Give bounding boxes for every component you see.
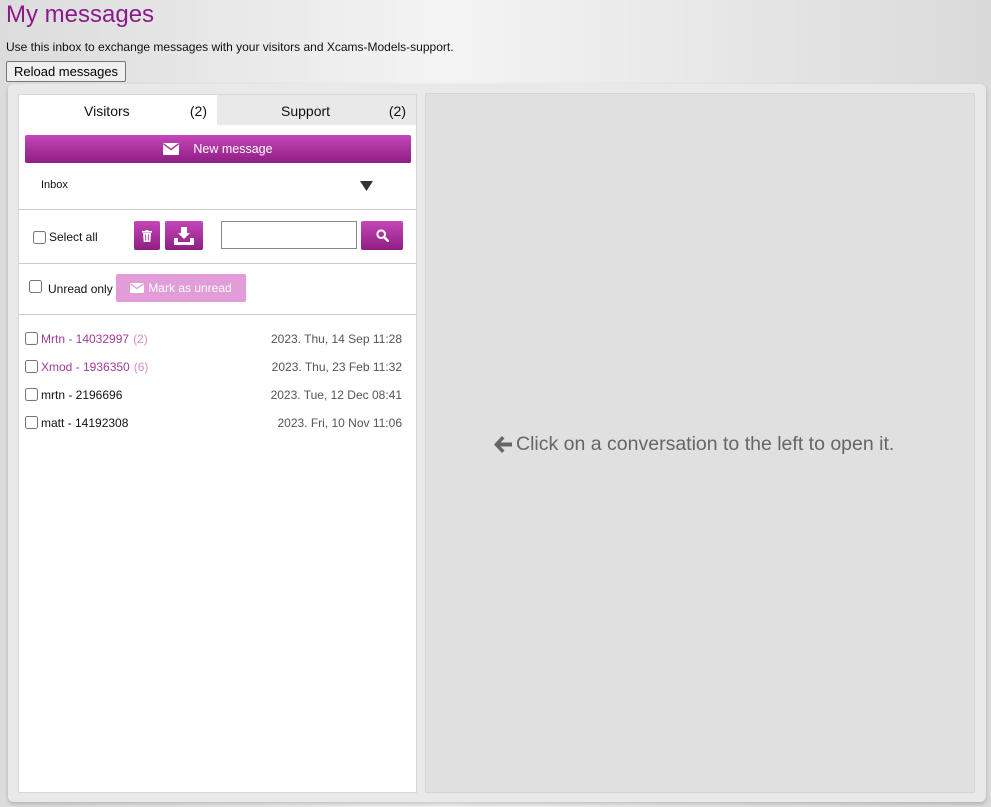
folder-select[interactable]: Inbox xyxy=(25,171,411,199)
conversation-sender[interactable]: Mrtn - 14032997 (2) xyxy=(41,332,148,346)
conversation-row[interactable]: matt - 14192308 2023. Fri, 10 Nov 11:06 xyxy=(19,413,416,433)
conversation-row[interactable]: Mrtn - 14032997 (2) 2023. Thu, 14 Sep 11:2… xyxy=(19,329,416,349)
tab-visitors-count: (2) xyxy=(189,103,207,119)
mark-as-unread-label: Mark as unread xyxy=(148,281,232,295)
conversation-sender[interactable]: matt - 14192308 xyxy=(41,416,128,430)
conversation-date: 2023. Thu, 14 Sep 11:28 xyxy=(271,332,402,346)
conversation-sender[interactable]: mrtn - 2196696 xyxy=(41,388,122,402)
tab-support-label: Support xyxy=(281,103,331,119)
select-all-label: Select all xyxy=(49,230,98,244)
conversation-sender[interactable]: Xmod - 1936350 (6) xyxy=(41,360,148,374)
placeholder-text: Click on a conversation to the left to o… xyxy=(516,433,895,455)
mark-as-unread-button[interactable]: Mark as unread xyxy=(116,274,246,302)
conversation-checkbox[interactable] xyxy=(25,360,38,373)
divider xyxy=(19,263,416,264)
intro-text: Use this inbox to exchange messages with… xyxy=(6,40,454,54)
conversation-checkbox[interactable] xyxy=(25,332,38,345)
search-icon xyxy=(375,229,389,242)
search-input[interactable] xyxy=(221,221,357,249)
sender-name: Xmod - 1936350 xyxy=(41,360,130,374)
unread-count: (6) xyxy=(133,360,149,374)
envelope-icon xyxy=(130,283,145,293)
download-button[interactable] xyxy=(165,221,203,250)
delete-button[interactable] xyxy=(134,221,160,250)
conversation-row[interactable]: Xmod - 1936350 (6) 2023. Thu, 23 Feb 11:32 xyxy=(19,357,416,377)
conversation-date: 2023. Tue, 12 Dec 08:41 xyxy=(270,388,402,402)
download-icon xyxy=(174,226,194,245)
tab-support-count: (2) xyxy=(388,103,406,119)
conversation-list-panel: Visitors (2) Support (2) New message Inb… xyxy=(18,94,417,793)
sender-name: mrtn - 2196696 xyxy=(41,388,123,402)
new-message-button[interactable]: New message xyxy=(25,135,411,163)
new-message-label: New message xyxy=(193,142,273,156)
conversation-checkbox[interactable] xyxy=(25,416,38,429)
unread-only-checkbox[interactable] xyxy=(29,280,42,293)
divider xyxy=(19,209,416,210)
unread-count: (2) xyxy=(133,332,148,346)
dropdown-arrow-icon xyxy=(360,181,373,191)
conversation-date: 2023. Thu, 23 Feb 11:32 xyxy=(271,360,402,374)
conversation-date: 2023. Fri, 10 Nov 11:06 xyxy=(277,416,402,430)
page-title: My messages xyxy=(6,1,155,28)
trash-icon xyxy=(142,229,152,242)
envelope-icon xyxy=(163,143,180,155)
arrow-left-icon xyxy=(494,436,512,453)
empty-conversation-message: Click on a conversation to the left to o… xyxy=(494,433,894,456)
conversation-row[interactable]: mrtn - 2196696 2023. Tue, 12 Dec 08:41 xyxy=(19,385,416,405)
conversation-checkbox[interactable] xyxy=(25,388,38,401)
folder-selected-value: Inbox xyxy=(41,179,68,191)
unread-only-label: Unread only xyxy=(48,282,113,296)
conversation-panel: Click on a conversation to the left to o… xyxy=(425,93,975,793)
tab-bar: Visitors (2) Support (2) xyxy=(19,95,416,125)
sender-name: matt - 14192308 xyxy=(41,416,129,430)
tab-support[interactable]: Support (2) xyxy=(217,95,416,125)
reload-messages-button[interactable]: Reload messages xyxy=(6,61,127,82)
divider xyxy=(19,314,416,315)
tab-visitors-label: Visitors xyxy=(84,103,130,119)
search-button[interactable] xyxy=(361,221,403,250)
tab-visitors[interactable]: Visitors (2) xyxy=(19,95,217,125)
select-all-checkbox[interactable] xyxy=(33,231,46,244)
sender-name: Mrtn - 14032997 xyxy=(41,332,130,346)
